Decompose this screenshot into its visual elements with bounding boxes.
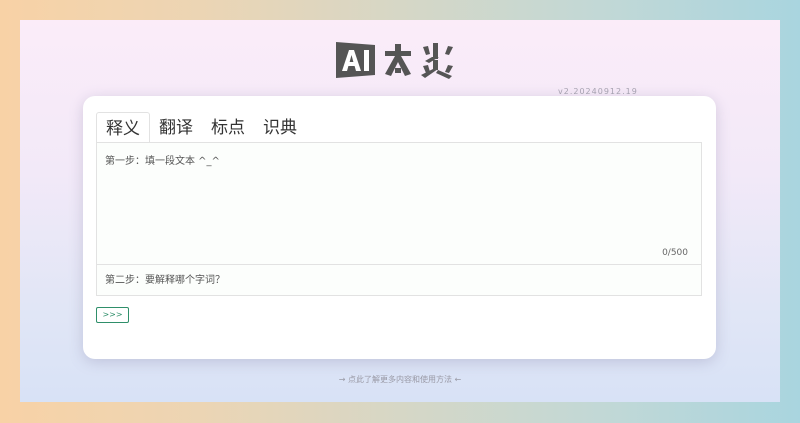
tab-definition[interactable]: 释义 [96, 112, 150, 142]
char-counter: 0/500 [662, 248, 688, 258]
tab-punctuation[interactable]: 标点 [202, 112, 254, 142]
text-input[interactable] [97, 143, 701, 264]
version-label: v2.20240912.19 [558, 87, 638, 96]
submit-button[interactable]: >>> [96, 307, 129, 323]
main-card: 释义 翻译 标点 识典 0/500 >>> [83, 96, 716, 359]
tab-translate[interactable]: 翻译 [150, 112, 202, 142]
tab-shidian[interactable]: 识典 [254, 112, 306, 142]
learn-more-link[interactable]: → 点此了解更多内容和使用方法 ← [20, 374, 780, 385]
word-input-container [96, 265, 702, 296]
text-input-container: 0/500 [96, 142, 702, 265]
page-background: v2.20240912.19 释义 翻译 标点 识典 0/500 >>> → 点… [20, 20, 780, 402]
tab-bar: 释义 翻译 标点 识典 [96, 112, 306, 142]
ai-taiyan-logo [336, 42, 453, 79]
word-input[interactable] [97, 265, 701, 295]
